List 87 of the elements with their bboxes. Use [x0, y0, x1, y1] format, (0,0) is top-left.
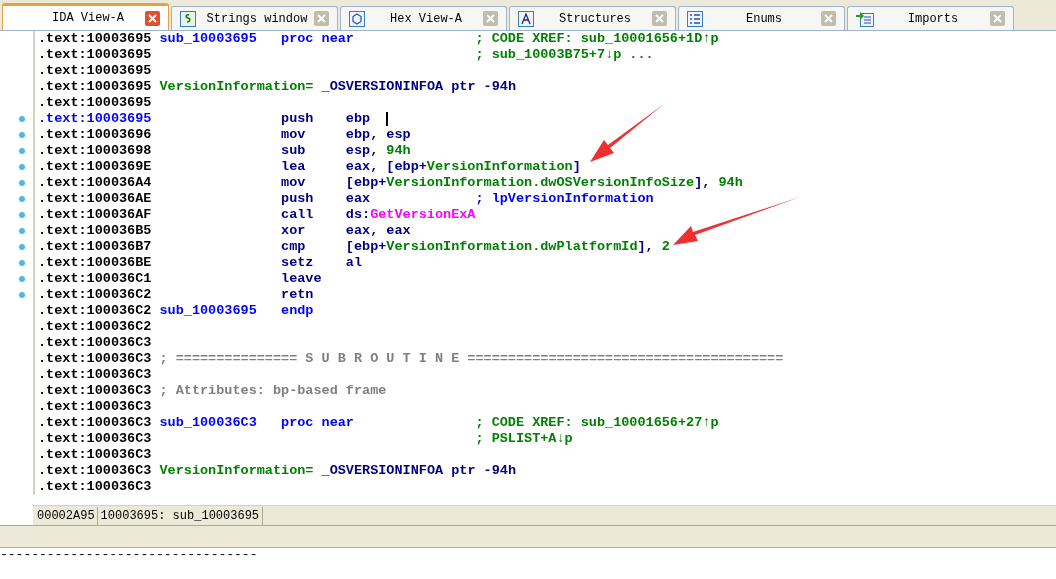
address: .text:100036AE [38, 191, 153, 207]
function-label[interactable]: sub_10003695 [159, 303, 257, 318]
stack-variable: VersionInformation= _OSVERSIONINFOA ptr -94h [159, 79, 516, 95]
address: .text:100036C3 [38, 367, 153, 383]
close-icon[interactable] [314, 11, 329, 26]
operands: eax, [ebp+VersionInformation] [345, 159, 581, 175]
address: .text:10003695 [38, 95, 153, 111]
close-icon[interactable] [821, 11, 836, 26]
comment: ; lpVersionInformation [475, 191, 654, 207]
address: .text:100036B5 [38, 223, 153, 239]
address: .text:100036C3 [38, 351, 153, 367]
mnemonic: xor [281, 223, 306, 238]
mnemonic: leave [281, 271, 322, 286]
address: .text:1000369E [38, 159, 153, 175]
address: .text:100036C3 [38, 431, 153, 447]
close-icon[interactable] [483, 11, 498, 26]
address: .text:100036C3 [38, 383, 153, 399]
address: .text:100036C3 [38, 463, 153, 479]
mnemonic: call [281, 207, 314, 222]
tab[interactable]: Enums [678, 6, 845, 30]
address: .text:100036C2 [38, 319, 153, 335]
mnemonic: endp [281, 303, 314, 318]
mnemonic: push [281, 111, 314, 126]
comment: ; Attributes: bp-based frame [159, 383, 387, 399]
output-text: --------------------------------- [0, 548, 259, 562]
text-cursor [386, 112, 389, 126]
function-label[interactable]: sub_10003695 [159, 31, 257, 46]
address: .text:10003695 [38, 63, 153, 79]
operands: al [345, 255, 363, 271]
status-location: 10003695: sub_10003695 [97, 506, 264, 525]
address: .text:100036C1 [38, 271, 153, 287]
tab[interactable]: Strings window [171, 6, 338, 30]
address: .text:100036C3 [38, 415, 153, 431]
address: .text:100036AF [38, 207, 153, 223]
operands: [ebp+VersionInformation.dwPlatformId], 2 [345, 239, 670, 255]
mnemonic: proc near [281, 415, 354, 430]
list-icon [687, 10, 703, 27]
operands: ebp [345, 111, 371, 127]
operands: eax [345, 191, 371, 207]
address: .text:100036BE [38, 255, 153, 271]
operands: eax, eax [345, 223, 411, 239]
tab[interactable]: Imports [847, 6, 1014, 30]
address: .text:100036C2 [38, 303, 153, 319]
tab[interactable]: Hex View-A [340, 6, 507, 30]
address: .text:10003696 [38, 127, 153, 143]
tab[interactable]: IDA View-A [2, 3, 169, 30]
mnemonic: mov [281, 127, 306, 142]
mnemonic: retn [281, 287, 314, 302]
mnemonic: mov [281, 175, 306, 190]
comment: ; sub_10003B75+7↓p ... [475, 47, 654, 63]
address: .text:100036C2 [38, 287, 153, 303]
operands: ebp, esp [345, 127, 411, 143]
address: .text:100036C3 [38, 479, 153, 495]
address: .text:10003695 [38, 79, 153, 95]
comment: ; CODE XREF: sub_10001656+27↑p [475, 415, 719, 431]
close-icon[interactable] [652, 11, 667, 26]
mnemonic: push [281, 191, 314, 206]
stack-variable: VersionInformation= _OSVERSIONINFOA ptr -94h [159, 463, 516, 479]
function-label[interactable]: sub_100036C3 [159, 415, 257, 430]
address: .text:10003695 [38, 31, 153, 47]
address: .text:10003695 [38, 47, 153, 63]
comment: ; PSLIST+A↓p [475, 431, 573, 447]
address: .text:10003698 [38, 143, 153, 159]
string-icon [180, 10, 196, 27]
address: .text:100036C3 [38, 335, 153, 351]
close-icon[interactable] [145, 10, 160, 26]
address: .text:100036C3 [38, 399, 153, 415]
comment: ; CODE XREF: sub_10001656+1D↑p [475, 31, 719, 47]
mnemonic: lea [281, 159, 306, 174]
address: .text:10003695 [38, 111, 153, 127]
address: .text:100036A4 [38, 175, 153, 191]
hexagon-icon [349, 10, 365, 27]
operands: [ebp+VersionInformation.dwOSVersionInfoSize], 94h [345, 175, 743, 191]
comment: ; =============== S U B R O U T I N E ======================================= [159, 351, 784, 367]
address: .text:100036C3 [38, 447, 153, 463]
mnemonic: cmp [281, 239, 306, 254]
mnemonic: proc near [281, 31, 354, 46]
tab[interactable]: Structures [509, 6, 676, 30]
mnemonic: setz [281, 255, 314, 270]
mnemonic: sub [281, 143, 306, 158]
import-table-icon [856, 10, 874, 27]
operands: esp, 94h [345, 143, 411, 159]
address: .text:100036B7 [38, 239, 153, 255]
operands: ds:GetVersionExA [345, 207, 476, 223]
status-offset: 00002A95 [33, 506, 98, 525]
close-icon[interactable] [990, 11, 1005, 26]
letter-a-icon [518, 10, 534, 27]
